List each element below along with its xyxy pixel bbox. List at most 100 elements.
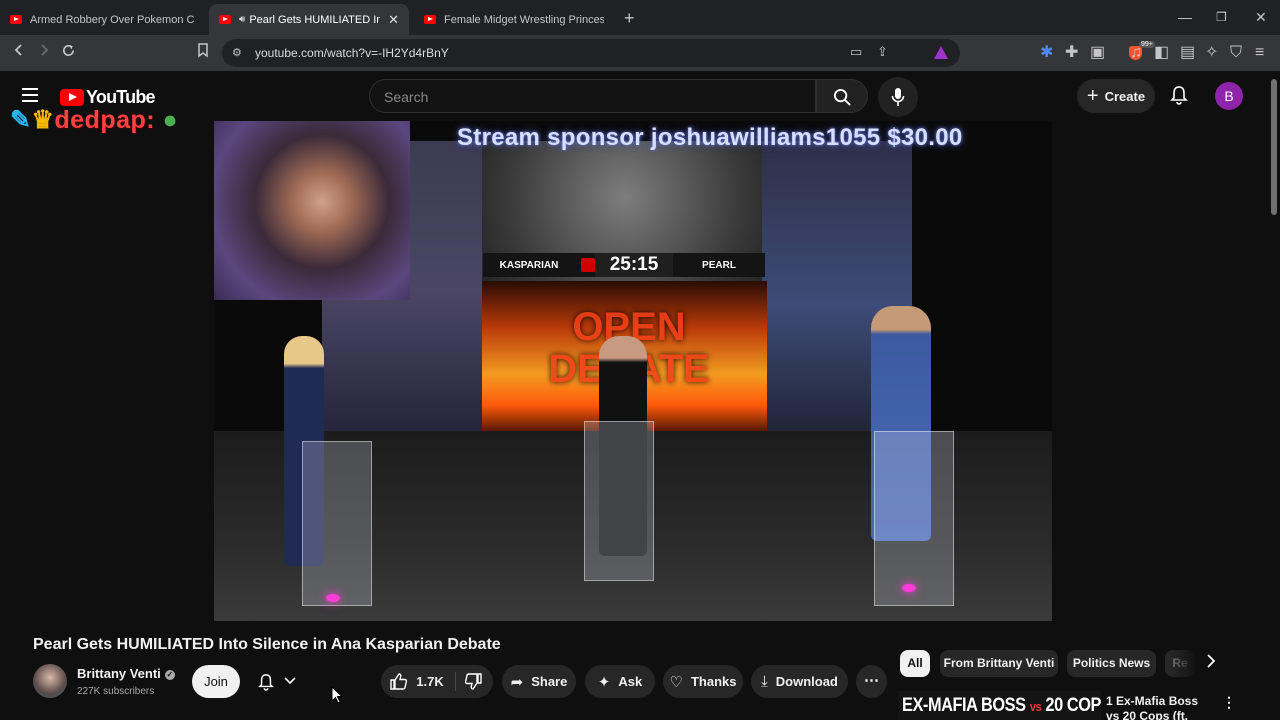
tab-title: Pearl Gets HUMILIATED Into Silence — [249, 13, 381, 26]
speaker-icon[interactable]: 🔊︎ — [239, 14, 245, 25]
tab-title: Female Midget Wrestling Princess Lit — [444, 13, 604, 26]
account-avatar[interactable]: B — [1215, 82, 1243, 110]
like-separator — [455, 672, 456, 691]
chip-all[interactable]: All — [900, 650, 930, 677]
search-placeholder: Search — [384, 89, 429, 105]
channel-avatar[interactable] — [33, 664, 67, 698]
join-button[interactable]: Join — [192, 665, 240, 698]
like-dislike-group: 1.7K — [381, 665, 493, 698]
menu-icon[interactable]: ≡ — [1255, 43, 1264, 63]
channel-name[interactable]: Brittany Venti ✓ — [77, 666, 175, 681]
reload-icon[interactable] — [61, 43, 76, 64]
recommendation-thumbnail[interactable]: EX-MAFIA BOSS vs 20 COPS — [898, 691, 1101, 720]
tab-title: Armed Robbery Over Pokemon Cards — [30, 13, 195, 26]
channel-name-text[interactable]: Brittany Venti — [77, 666, 161, 681]
download-label: Download — [775, 674, 838, 689]
forward-icon[interactable] — [37, 43, 51, 63]
back-icon[interactable] — [12, 43, 26, 63]
like-button[interactable]: 1.7K — [381, 665, 453, 698]
podium-light-right — [902, 584, 916, 592]
center-podium — [584, 421, 654, 581]
chips-fade — [1170, 648, 1200, 679]
create-button[interactable]: + Create — [1077, 79, 1155, 113]
more-actions-button[interactable]: ⋯ — [856, 665, 887, 698]
scoreboard-timer: 25:15 — [595, 253, 673, 277]
bookmark-icon[interactable] — [197, 43, 209, 64]
youtube-favicon-icon — [219, 15, 231, 24]
scrollbar-thumb[interactable] — [1271, 79, 1277, 215]
share-button[interactable]: ➦ Share — [502, 665, 576, 698]
page-scrollbar[interactable] — [1268, 71, 1280, 720]
url-text[interactable]: youtube.com/watch?v=-IH2Yd4rBnY — [255, 46, 449, 60]
browser-toolbar: ⚙ youtube.com/watch?v=-IH2Yd4rBnY ▭ ⇪ 99… — [0, 35, 1280, 71]
crocodile-emote-icon: ● — [162, 106, 179, 134]
sidebar-icon[interactable]: ◧ — [1154, 43, 1169, 63]
recommendation-title[interactable]: 1 Ex-Mafia Boss vs 20 Cops (ft. Micha — [1106, 694, 1210, 720]
site-info-icon[interactable]: ⚙ — [232, 46, 242, 59]
thanks-label: Thanks — [690, 674, 737, 689]
ask-button[interactable]: ✦ Ask — [585, 665, 655, 698]
crown-emote-icon: ♛ — [31, 106, 55, 134]
voice-search-button[interactable] — [878, 77, 918, 117]
new-tab-button[interactable]: + — [624, 8, 635, 29]
chip-from-channel[interactable]: From Brittany Venti — [940, 650, 1058, 677]
right-podium — [874, 431, 954, 606]
mouse-cursor-icon — [331, 686, 343, 704]
subscription-notifications-button[interactable] — [248, 665, 306, 698]
share-label: Share — [531, 674, 568, 689]
verified-check-icon: ✓ — [164, 670, 175, 680]
search-input[interactable]: Search — [369, 79, 816, 113]
browser-tab-bar: Armed Robbery Over Pokemon Cards 🔊︎ Pear… — [0, 0, 1280, 35]
search-button[interactable] — [816, 79, 868, 113]
thanks-button[interactable]: ♡ Thanks — [663, 665, 743, 698]
video-player[interactable]: KASPARIAN 25:15 PEARL OPEN DEBATE Stream… — [214, 121, 1052, 621]
close-tab-icon[interactable]: ✕ — [388, 12, 399, 28]
super-thanks-icon: ♡ — [669, 673, 683, 691]
chevron-down-icon — [284, 677, 296, 685]
thumbs-up-icon — [390, 673, 408, 690]
scoreboard-left-name: KASPARIAN — [499, 259, 559, 271]
debate-scoreboard: KASPARIAN 25:15 PEARL — [483, 253, 765, 277]
thumb-text-vs: vs — [1029, 699, 1042, 714]
close-window-icon[interactable]: ✕ — [1255, 9, 1267, 26]
share-arrow-icon: ➦ — [510, 673, 524, 691]
notifications-bell-icon[interactable] — [1170, 85, 1188, 110]
minimize-icon[interactable]: — — [1178, 9, 1192, 25]
dislike-button[interactable] — [457, 665, 493, 698]
like-count: 1.7K — [416, 674, 444, 689]
search-icon — [833, 88, 851, 106]
guide-menu-icon[interactable] — [22, 88, 38, 102]
streamer-facecam — [214, 121, 410, 300]
youtube-favicon-icon — [10, 15, 22, 24]
left-podium — [302, 441, 372, 606]
ask-label: Ask — [618, 674, 643, 689]
chip-politics-news[interactable]: Politics News — [1067, 650, 1156, 677]
download-button[interactable]: ⤓ Download — [751, 665, 848, 698]
tab-female-wrestling[interactable]: Female Midget Wrestling Princess Lit — [414, 4, 614, 35]
vpn-shield-icon[interactable]: ⛉ — [1230, 43, 1242, 63]
stream-username-overlay: ✎♛dedpap: ● — [10, 105, 178, 135]
share-page-icon[interactable]: ⇪ — [877, 44, 888, 60]
cast-icon[interactable]: ▭ — [850, 44, 862, 60]
brave-rewards-icon[interactable] — [934, 46, 948, 59]
wallet-icon[interactable]: ▤ — [1180, 43, 1195, 63]
bell-icon — [258, 674, 274, 691]
extension-blue-icon[interactable]: ✱ — [1040, 43, 1053, 63]
canada-flag-icon — [581, 258, 595, 272]
youtube-play-icon — [60, 89, 84, 106]
tab-armed-robbery[interactable]: Armed Robbery Over Pokemon Cards — [0, 4, 205, 35]
create-label: Create — [1104, 88, 1146, 104]
tab-pearl-humiliated[interactable]: 🔊︎ Pearl Gets HUMILIATED Into Silence ✕ — [209, 4, 409, 35]
subscriber-count: 227K subscribers — [77, 686, 155, 697]
sparkle-icon: ✦ — [597, 673, 611, 691]
chevron-right-icon[interactable] — [1206, 654, 1216, 673]
extensions-puzzle-icon[interactable]: ✚ — [1065, 43, 1078, 63]
thumbs-down-icon — [464, 673, 482, 690]
restore-icon[interactable]: ❐ — [1216, 10, 1227, 24]
address-bar[interactable]: ⚙ youtube.com/watch?v=-IH2Yd4rBnY ▭ ⇪ 99… — [222, 39, 1155, 67]
screenshot-icon[interactable]: ▣ — [1090, 43, 1105, 63]
thumb-text-left: EX-MAFIA BOSS — [902, 695, 1026, 716]
recommendation-menu-icon[interactable]: ⋮ — [1222, 694, 1236, 711]
media-music-icon[interactable]: ♫ — [1130, 43, 1142, 63]
leo-ai-icon[interactable]: ✧ — [1205, 43, 1218, 63]
